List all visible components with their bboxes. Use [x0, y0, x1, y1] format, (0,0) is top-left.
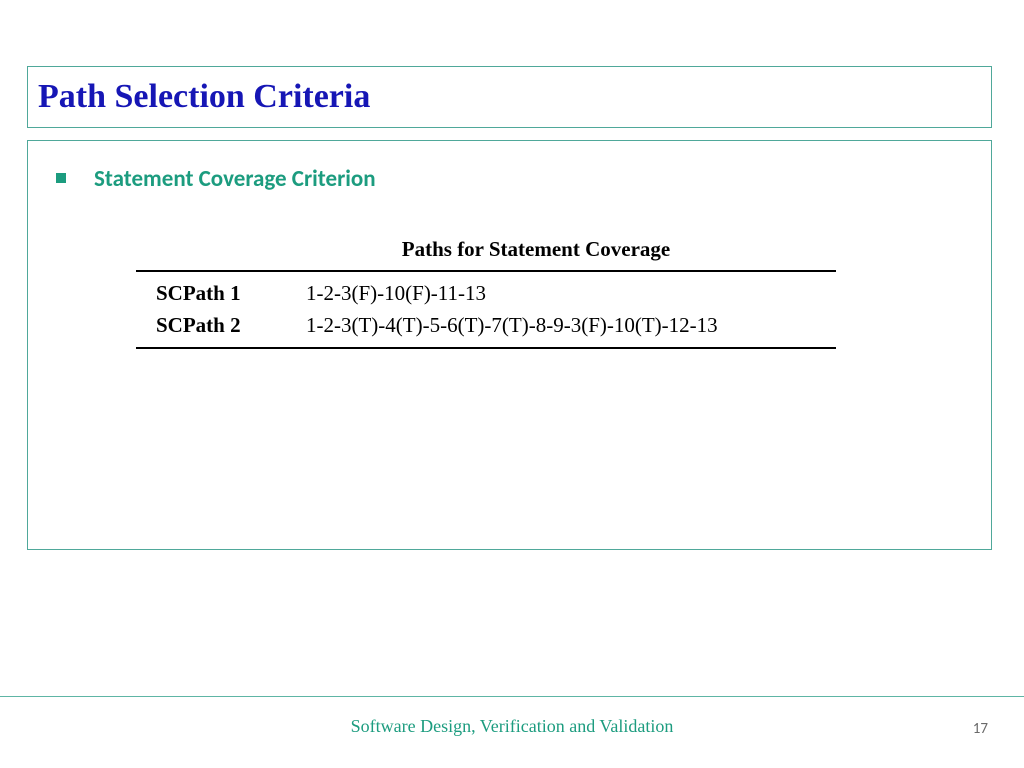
bullet-label: Statement Coverage Criterion — [94, 165, 376, 193]
row-label: SCPath 1 — [156, 278, 306, 310]
coverage-table: Paths for Statement Coverage SCPath 1 1-… — [136, 237, 836, 349]
table-body: SCPath 1 1-2-3(F)-10(F)-11-13 SCPath 2 1… — [136, 272, 836, 347]
table-row: SCPath 1 1-2-3(F)-10(F)-11-13 — [156, 278, 836, 310]
title-container: Path Selection Criteria — [27, 66, 992, 128]
page-number: 17 — [973, 720, 988, 738]
row-value: 1-2-3(T)-4(T)-5-6(T)-7(T)-8-9-3(F)-10(T)… — [306, 310, 718, 342]
bullet-item: Statement Coverage Criterion — [56, 165, 971, 193]
footer-label: Software Design, Verification and Valida… — [0, 716, 1024, 737]
row-value: 1-2-3(F)-10(F)-11-13 — [306, 278, 486, 310]
table-row: SCPath 2 1-2-3(T)-4(T)-5-6(T)-7(T)-8-9-3… — [156, 310, 836, 342]
table-heading: Paths for Statement Coverage — [136, 237, 836, 262]
square-bullet-icon — [56, 173, 66, 183]
row-label: SCPath 2 — [156, 310, 306, 342]
table-rule-bottom — [136, 347, 836, 349]
slide-title: Path Selection Criteria — [38, 78, 370, 116]
footer-divider — [0, 696, 1024, 697]
content-container: Statement Coverage Criterion Paths for S… — [27, 140, 992, 550]
